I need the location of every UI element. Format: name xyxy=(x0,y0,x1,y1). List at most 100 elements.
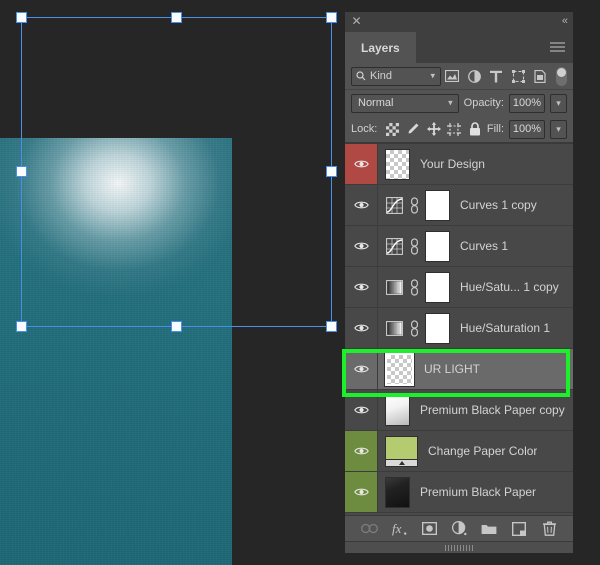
layer-thumbnail-cell xyxy=(378,476,410,508)
mask-link-icon[interactable] xyxy=(409,319,419,337)
layer-name: Your Design xyxy=(420,157,485,171)
opacity-input[interactable]: 100% xyxy=(509,93,545,113)
transform-handle-bottom-right[interactable] xyxy=(326,321,337,332)
layer-thumbnail-cell xyxy=(378,394,410,426)
filter-shape-layers-icon[interactable] xyxy=(507,66,529,86)
lock-all-icon[interactable] xyxy=(466,120,483,139)
layer-visibility-toggle[interactable] xyxy=(345,267,378,307)
layer-mask-thumbnail[interactable] xyxy=(425,312,450,344)
layer-visibility-toggle[interactable] xyxy=(345,390,378,430)
chevron-down-icon: ▾ xyxy=(448,97,453,108)
layer-thumbnail-cell xyxy=(378,189,450,221)
eye-icon xyxy=(353,200,369,210)
fill-stepper-icon[interactable]: ▾ xyxy=(550,119,567,139)
blend-mode-bar: Normal ▾ Opacity: 100% ▾ xyxy=(345,90,573,116)
layer-mask-thumbnail[interactable] xyxy=(425,189,450,221)
layer-thumbnail[interactable] xyxy=(385,435,418,467)
lock-transparent-pixels-icon[interactable] xyxy=(384,120,401,139)
layer-name: Hue/Saturation 1 xyxy=(460,321,551,335)
layer-visibility-toggle[interactable] xyxy=(345,472,378,512)
document-canvas[interactable] xyxy=(0,138,232,565)
filter-smart-object-icon[interactable] xyxy=(529,66,551,86)
collapse-double-arrow-icon[interactable]: « xyxy=(562,15,568,28)
tab-layers-label: Layers xyxy=(361,40,400,55)
layer-row[interactable]: Premium Black Paper copy xyxy=(345,390,573,431)
add-layer-mask-icon[interactable] xyxy=(421,520,438,537)
lock-image-pixels-icon[interactable] xyxy=(405,120,422,139)
photoshop-window: ✕ « Layers Kind ▾ Normal ▾ Opacity: 100%… xyxy=(0,0,600,565)
eye-icon xyxy=(353,487,369,497)
transform-handle-middle-right[interactable] xyxy=(326,166,337,177)
filter-enable-toggle[interactable] xyxy=(556,66,567,86)
canvas-area[interactable] xyxy=(0,0,345,565)
eye-icon xyxy=(353,282,369,292)
filter-adjustment-layers-icon[interactable] xyxy=(463,66,485,86)
transform-handle-top-center[interactable] xyxy=(170,12,182,23)
lock-bar: Lock: Fill: 100% ▾ xyxy=(345,116,573,143)
paper-texture-overlay xyxy=(0,138,232,565)
layer-row[interactable]: Change Paper Color xyxy=(345,431,573,472)
layer-thumbnail[interactable] xyxy=(385,476,410,508)
curves-adjustment-icon[interactable] xyxy=(385,237,403,255)
layer-visibility-toggle[interactable] xyxy=(345,144,378,184)
new-adjustment-layer-icon[interactable] xyxy=(451,520,468,537)
filter-kind-label: Kind xyxy=(370,70,393,82)
search-icon xyxy=(356,71,366,81)
lock-artboard-nesting-icon[interactable] xyxy=(446,120,463,139)
opacity-label: Opacity: xyxy=(463,97,504,109)
layer-mask-thumbnail[interactable] xyxy=(425,271,450,303)
eye-icon xyxy=(353,241,369,251)
layer-row[interactable]: Hue/Satu... 1 copy xyxy=(345,267,573,308)
tab-layers[interactable]: Layers xyxy=(345,32,417,63)
panel-titlebar: ✕ « xyxy=(345,12,573,32)
layer-name: Curves 1 copy xyxy=(460,198,537,212)
mask-link-icon[interactable] xyxy=(409,237,419,255)
layer-row[interactable]: Your Design xyxy=(345,144,573,185)
transform-handle-top-left[interactable] xyxy=(16,12,27,23)
hue-saturation-adjustment-icon[interactable] xyxy=(385,278,403,296)
layer-visibility-toggle[interactable] xyxy=(345,349,378,389)
eye-icon xyxy=(353,364,369,374)
fill-group: Fill: 100% ▾ xyxy=(487,119,567,139)
layer-visibility-toggle[interactable] xyxy=(345,185,378,225)
layer-row[interactable]: Curves 1 copy xyxy=(345,185,573,226)
hamburger-menu-icon[interactable] xyxy=(550,42,565,53)
filter-kind-select[interactable]: Kind ▾ xyxy=(351,66,441,86)
layer-row[interactable]: Hue/Saturation 1 xyxy=(345,308,573,349)
layer-style-fx-icon[interactable]: fx xyxy=(391,520,408,537)
mask-link-icon[interactable] xyxy=(409,196,419,214)
new-group-icon[interactable] xyxy=(481,520,498,537)
layer-row[interactable]: Curves 1 xyxy=(345,226,573,267)
delete-layer-icon[interactable] xyxy=(541,520,558,537)
panel-tab-bar: Layers xyxy=(345,32,573,63)
layer-thumbnail[interactable] xyxy=(385,394,410,426)
close-icon[interactable]: ✕ xyxy=(351,15,362,27)
svg-text:fx: fx xyxy=(392,521,402,536)
curves-adjustment-icon[interactable] xyxy=(385,196,403,214)
layer-thumbnail[interactable] xyxy=(385,148,410,180)
fill-input[interactable]: 100% xyxy=(509,119,545,139)
panel-resize-grip[interactable] xyxy=(345,541,573,553)
opacity-stepper-icon[interactable]: ▾ xyxy=(550,93,567,113)
layer-row[interactable]: Premium Black Paper xyxy=(345,472,573,513)
layer-visibility-toggle[interactable] xyxy=(345,431,378,471)
layer-list[interactable]: Your Design Curves 1 copy Curves 1 Hue/Satu… xyxy=(345,143,573,515)
blend-mode-select[interactable]: Normal ▾ xyxy=(351,93,459,113)
layer-thumbnail-cell xyxy=(378,312,450,344)
chevron-down-icon: ▾ xyxy=(430,70,435,81)
transform-handle-top-right[interactable] xyxy=(326,12,337,23)
filter-pixel-layers-icon[interactable] xyxy=(441,66,463,86)
layer-visibility-toggle[interactable] xyxy=(345,226,378,266)
layer-name: Premium Black Paper copy xyxy=(420,403,565,417)
link-layers-icon[interactable] xyxy=(360,520,378,537)
layer-thumbnail[interactable] xyxy=(384,351,415,387)
layer-row[interactable]: UR LIGHT xyxy=(345,349,573,390)
layer-name: UR LIGHT xyxy=(424,362,481,376)
lock-position-icon[interactable] xyxy=(425,120,442,139)
mask-link-icon[interactable] xyxy=(409,278,419,296)
layer-mask-thumbnail[interactable] xyxy=(425,230,450,262)
filter-type-layers-icon[interactable] xyxy=(485,66,507,86)
new-layer-icon[interactable] xyxy=(511,520,528,537)
hue-saturation-adjustment-icon[interactable] xyxy=(385,319,403,337)
layer-visibility-toggle[interactable] xyxy=(345,308,378,348)
